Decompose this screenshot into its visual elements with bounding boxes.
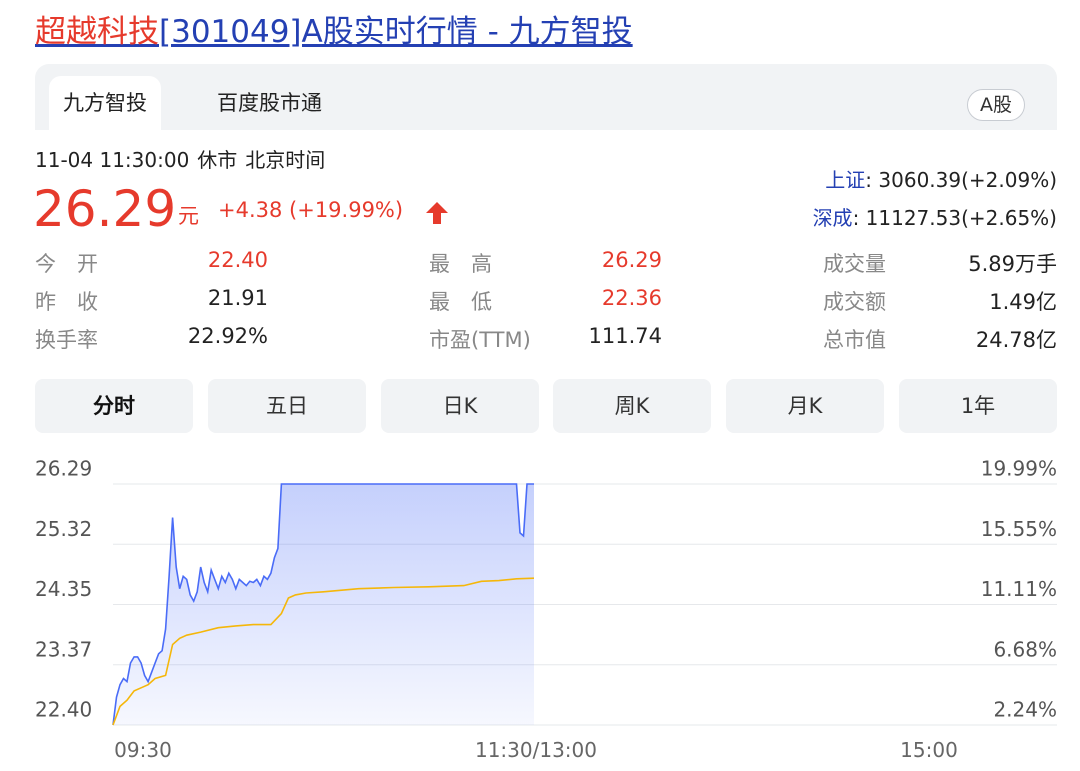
y-tick-label-left: 25.32: [35, 517, 92, 541]
y-tick-label-left: 26.29: [35, 457, 92, 481]
y-tick-label-right: 11.11%: [981, 577, 1057, 601]
intraday-chart: 26.29 19.99% 25.32 15.55% 24.35 11.11% 23.37 6.…: [35, 457, 1057, 762]
y-tick-label-left: 24.35: [35, 577, 92, 601]
x-tick-label: 11:30/13:00: [475, 738, 597, 762]
y-tick-label-left: 23.37: [35, 637, 92, 661]
x-tick-label: 09:30: [114, 738, 172, 762]
y-tick-label-right: 6.68%: [993, 637, 1057, 661]
y-tick-label-right: 2.24%: [993, 698, 1057, 722]
price-area-fill: [113, 484, 534, 725]
y-tick-label-right: 19.99%: [981, 457, 1057, 481]
x-tick-label: 15:00: [900, 738, 958, 762]
y-tick-label-left: 22.40: [35, 698, 92, 722]
y-tick-label-right: 15.55%: [981, 517, 1057, 541]
